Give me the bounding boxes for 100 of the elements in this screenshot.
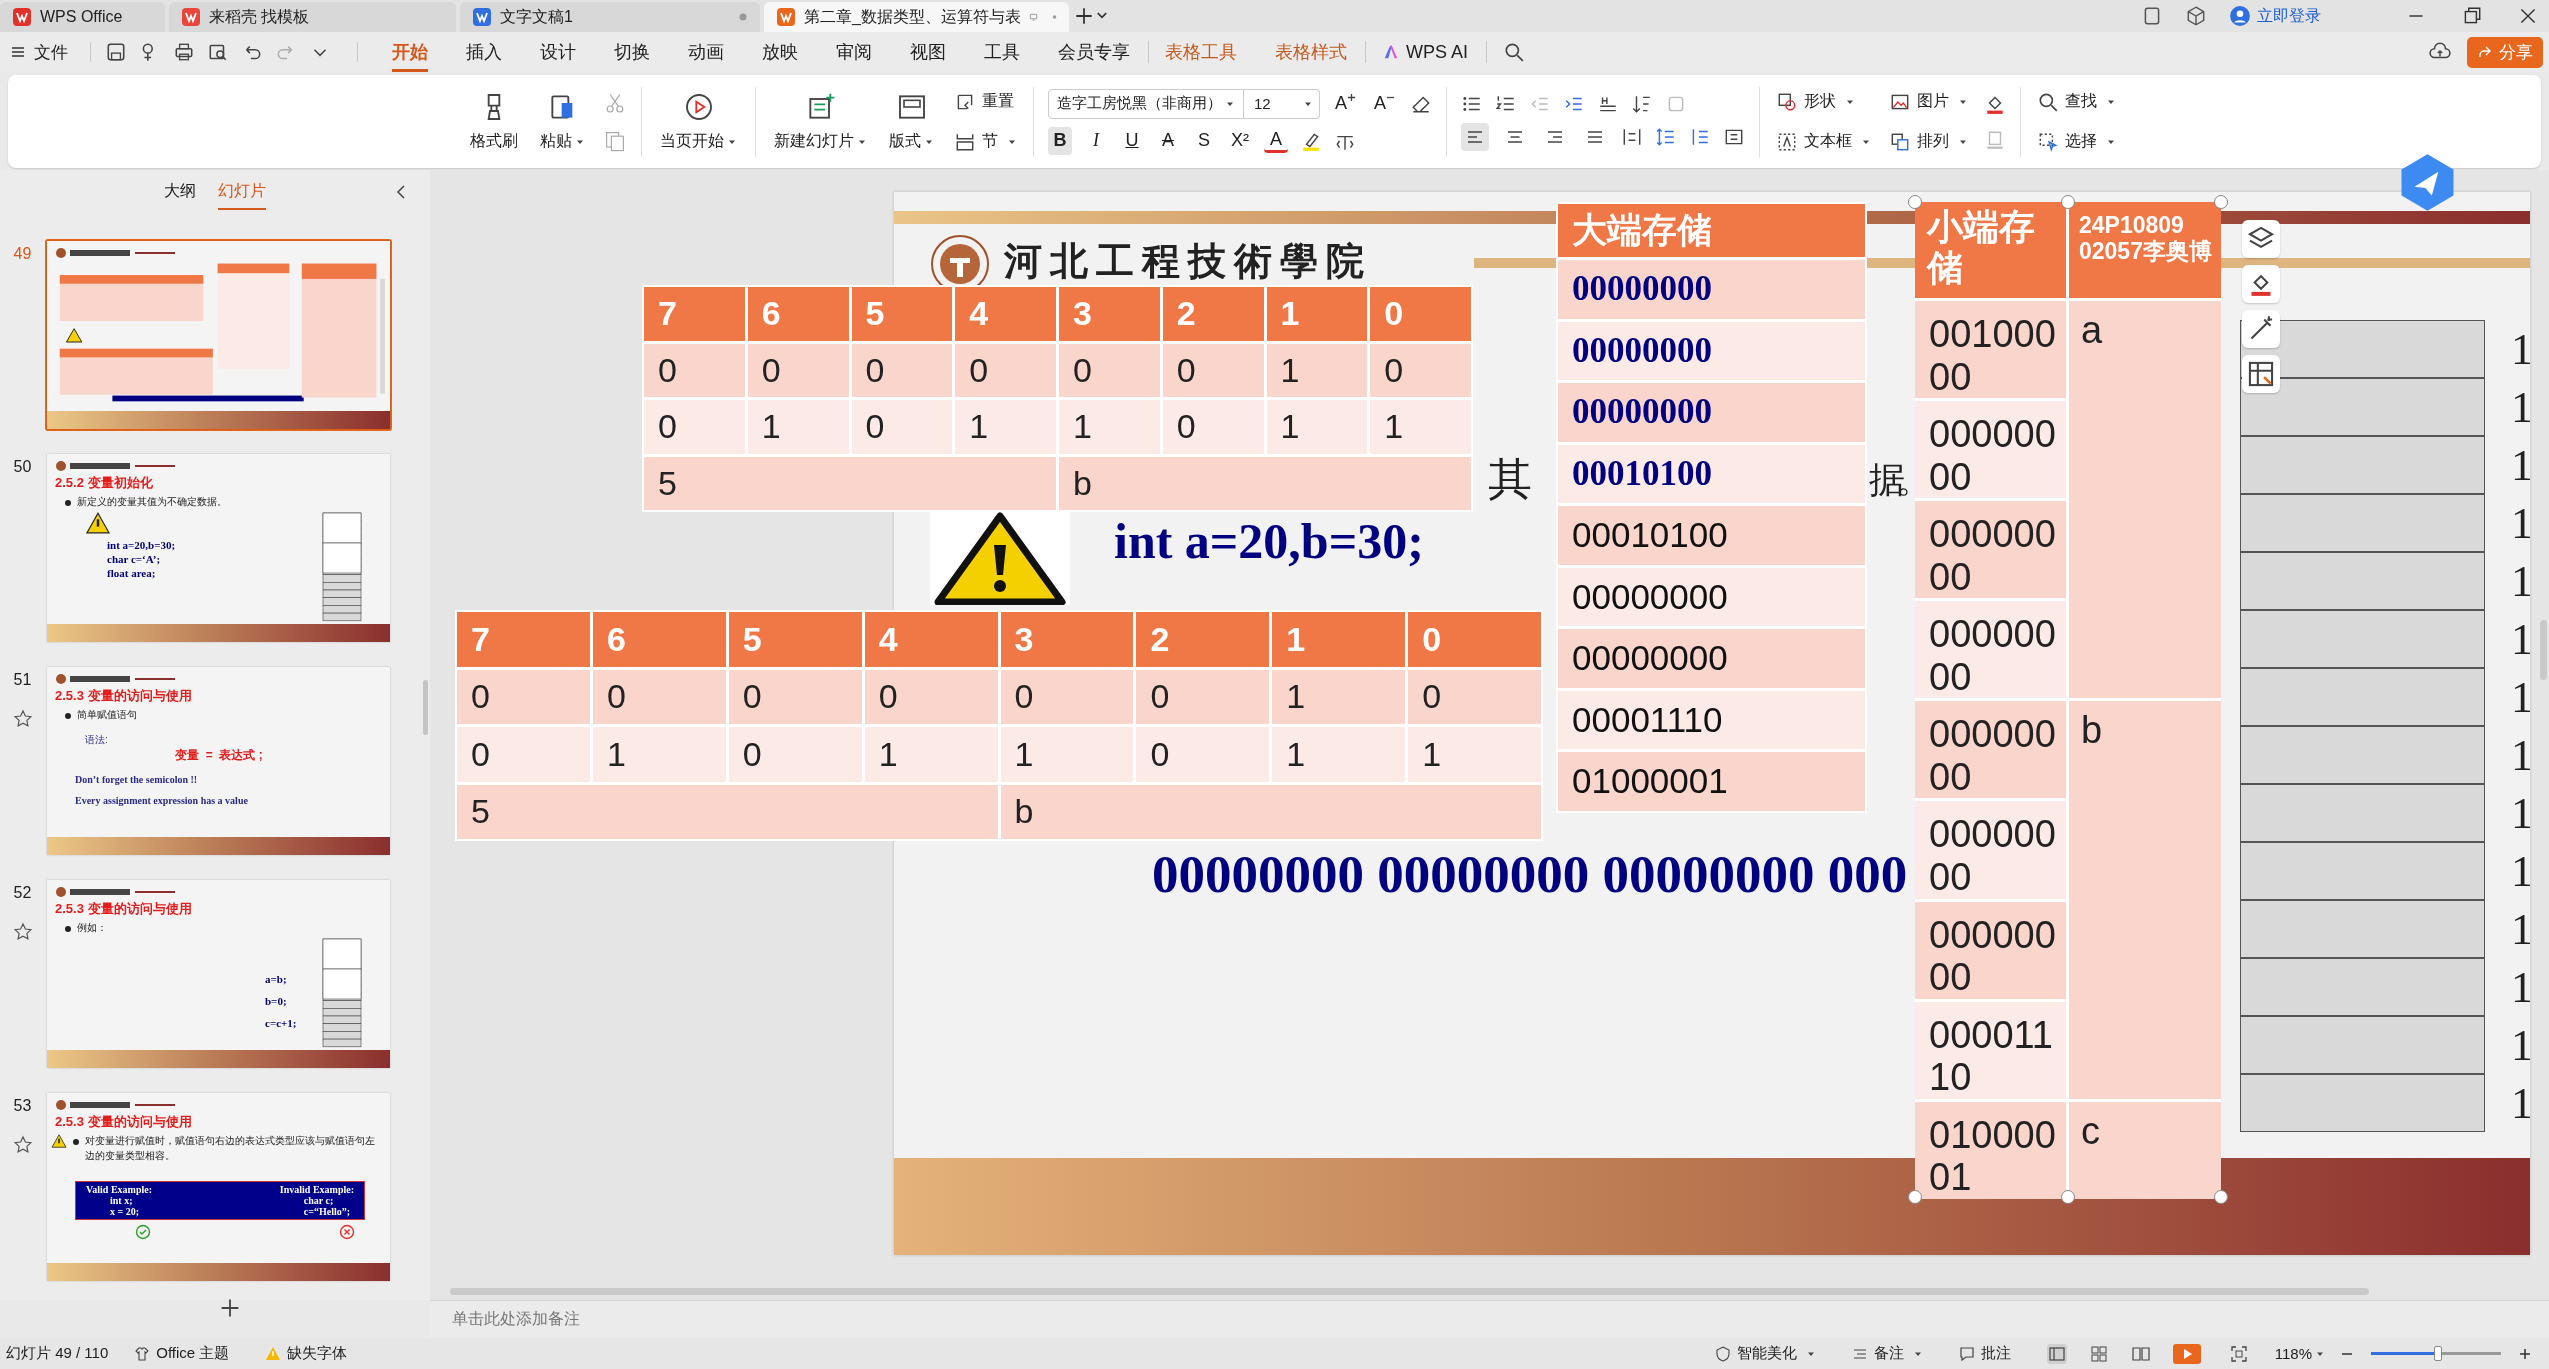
table-cell: 0 xyxy=(864,669,998,724)
arrange-button[interactable]: 排列 xyxy=(1887,128,1971,155)
section-button[interactable]: 节 xyxy=(952,128,1019,155)
table-cell: 0 xyxy=(851,343,953,397)
slideshow-button[interactable]: 当页开始 xyxy=(656,87,741,156)
new-slide-button[interactable]: 新建幻灯片 xyxy=(770,87,871,156)
code-line: char c; xyxy=(302,1195,335,1206)
star-icon[interactable] xyxy=(12,922,33,942)
ribbon-tab[interactable]: 表格工具 xyxy=(1165,32,1237,72)
notes-button[interactable]: 备注 xyxy=(1851,1344,1923,1363)
syntax-label: 语法: xyxy=(85,732,108,747)
table-style-icon[interactable] xyxy=(2242,355,2280,393)
table-cell: 1 xyxy=(1059,400,1160,454)
layers-icon[interactable] xyxy=(2242,220,2280,258)
ribbon-tab[interactable]: 表格样式 xyxy=(1275,32,1347,72)
ribbon-tab[interactable]: 会员专享 xyxy=(1058,32,1130,72)
text-format-button[interactable]: U xyxy=(1120,126,1144,155)
star-icon[interactable] xyxy=(12,709,33,729)
avatar-icon[interactable] xyxy=(2229,5,2251,27)
missing-fonts-button[interactable]: 缺失字体 xyxy=(265,1344,348,1363)
reset-button[interactable]: 重置 xyxy=(952,88,1019,115)
save-icon[interactable] xyxy=(105,41,127,63)
text-box-button[interactable]: 文本框 xyxy=(1774,128,1874,155)
increase-font-button[interactable]: A xyxy=(1332,89,1359,118)
table-cell: 00001110 xyxy=(1558,690,1865,749)
login-link[interactable]: 立即登录 xyxy=(2257,5,2321,27)
table-cell: 01000001 xyxy=(1558,752,1865,811)
app-logo-icon xyxy=(181,7,201,27)
ribbon-tab[interactable]: 审阅 xyxy=(836,32,872,72)
ribbon-tab[interactable]: WPS AI xyxy=(1382,32,1468,72)
table-header-cell: 5 xyxy=(851,287,953,341)
address-label: 1 xyxy=(2511,729,2530,781)
picture-button[interactable]: 图片 xyxy=(1887,88,1971,115)
print-icon[interactable] xyxy=(173,41,195,63)
beautify-button[interactable]: 智能美化 xyxy=(1714,1344,1816,1363)
table-header-cell: 小端存储 xyxy=(1915,202,2066,298)
table-header-cell: 大端存储 xyxy=(1558,204,1865,257)
table-cell: 0 xyxy=(851,400,953,454)
panel-tab[interactable]: 幻灯片 xyxy=(218,174,266,210)
slide-count: 幻灯片 49 / 110 xyxy=(6,1344,109,1363)
ribbon-tab[interactable]: 插入 xyxy=(466,32,502,72)
text-format-button[interactable]: A xyxy=(1156,126,1180,155)
document-tab[interactable]: 第二章_数据类型、运算符与表 xyxy=(764,2,1069,32)
table-header-cell: 4 xyxy=(864,612,998,667)
fill-bucket-icon[interactable] xyxy=(2242,265,2280,303)
text-format-button[interactable]: B xyxy=(1048,126,1072,155)
select-button[interactable]: 选择 xyxy=(2035,128,2119,155)
text-format-button[interactable]: I xyxy=(1084,126,1108,155)
document-tab[interactable]: 来稻壳 找模板 xyxy=(169,2,456,32)
vertical-scrollbar[interactable] xyxy=(2540,620,2547,680)
slide-thumbnail[interactable]: 2.5.3 变量的访问与使用 简单赋值语句 语法: 变量 = 表达式 ; Don’t forget the semicolon !! Every assignment expression has a value xyxy=(45,665,392,857)
text-format-button[interactable]: A xyxy=(1264,128,1288,153)
slide-thumbnail[interactable]: 2.5.3 变量的访问与使用 例如： a=b; b=0; c=c+1; xyxy=(45,878,392,1070)
format-painter-button[interactable]: 格式刷 xyxy=(466,87,522,156)
slide-thumbnail[interactable] xyxy=(45,239,392,431)
cube-icon[interactable] xyxy=(2185,5,2207,27)
comments-button[interactable]: 批注 xyxy=(1958,1344,2011,1363)
search-icon[interactable] xyxy=(1503,41,1525,63)
fit-window-icon[interactable] xyxy=(2228,1343,2249,1364)
magic-wand-icon[interactable] xyxy=(2242,310,2280,348)
cross-circle-icon xyxy=(339,1224,355,1240)
theme-button[interactable]: Office 主题 xyxy=(134,1344,230,1363)
text-format-button[interactable]: S xyxy=(1192,126,1216,155)
star-icon[interactable] xyxy=(12,1135,33,1155)
table-cell: 00010100 xyxy=(1558,506,1865,565)
font-size-field[interactable]: 12 xyxy=(1244,88,1320,119)
panel-tab[interactable]: 大纲 xyxy=(164,174,196,210)
bullet-icon xyxy=(65,500,71,506)
text-format-button[interactable]: X² xyxy=(1228,126,1252,155)
slide-thumbnail[interactable]: 2.5.3 变量的访问与使用 对变量进行赋值时，赋值语句右边的表达式类型应该与赋值语句左边的变量类型相容。 Valid Example: int x; x = 20; Invalid Example: char c; c=“Hello”; xyxy=(45,1091,392,1283)
file-menu-button[interactable]: 文件 xyxy=(10,36,76,68)
align-button[interactable] xyxy=(1461,122,1490,151)
table-cell: 0 xyxy=(1162,343,1264,397)
plus-icon[interactable] xyxy=(1073,5,1095,27)
ribbon-tab[interactable]: 视图 xyxy=(910,32,946,72)
decrease-font-button[interactable]: A xyxy=(1371,89,1399,118)
slide-thumbnail[interactable]: 2.5.2 变量初始化 新定义的变量其值为不确定数据。 int a=20,b=30; char c=‘A’; float area; xyxy=(45,452,392,644)
ribbon-tab[interactable]: 设计 xyxy=(540,32,576,72)
play-button-icon[interactable] xyxy=(2172,1343,2201,1364)
document-tab[interactable]: 文字文稿1 xyxy=(460,2,760,32)
ribbon-tab[interactable]: 放映 xyxy=(762,32,798,72)
ribbon-tab[interactable]: 切换 xyxy=(614,32,650,72)
grid-view-icon[interactable] xyxy=(2088,1343,2109,1364)
layout-button[interactable]: 版式 xyxy=(885,87,938,156)
find-button[interactable]: 查找 xyxy=(2035,88,2119,115)
ribbon-tab[interactable]: 动画 xyxy=(688,32,724,72)
table-cell: 1 xyxy=(1370,400,1471,454)
slide-number: 52 xyxy=(13,884,32,902)
font-name-field[interactable]: 造字工房悦黑（非商用） xyxy=(1048,88,1244,119)
ribbon-tab[interactable]: 工具 xyxy=(984,32,1020,72)
bullet-text: 例如： xyxy=(77,921,107,935)
document-tab[interactable]: WPS Office xyxy=(0,2,165,32)
normal-view-icon[interactable] xyxy=(2046,1343,2067,1364)
college-name: 河北工程技術學院 xyxy=(1004,239,1372,284)
shape-button[interactable]: 形状 xyxy=(1774,88,1874,115)
horizontal-scrollbar[interactable] xyxy=(450,1288,2369,1295)
zoom-level[interactable]: 118% xyxy=(2274,1345,2325,1362)
paste-button[interactable]: 粘贴 xyxy=(536,87,589,156)
table-cell: 1 xyxy=(747,400,849,454)
address-label: 1 xyxy=(2511,1019,2530,1071)
